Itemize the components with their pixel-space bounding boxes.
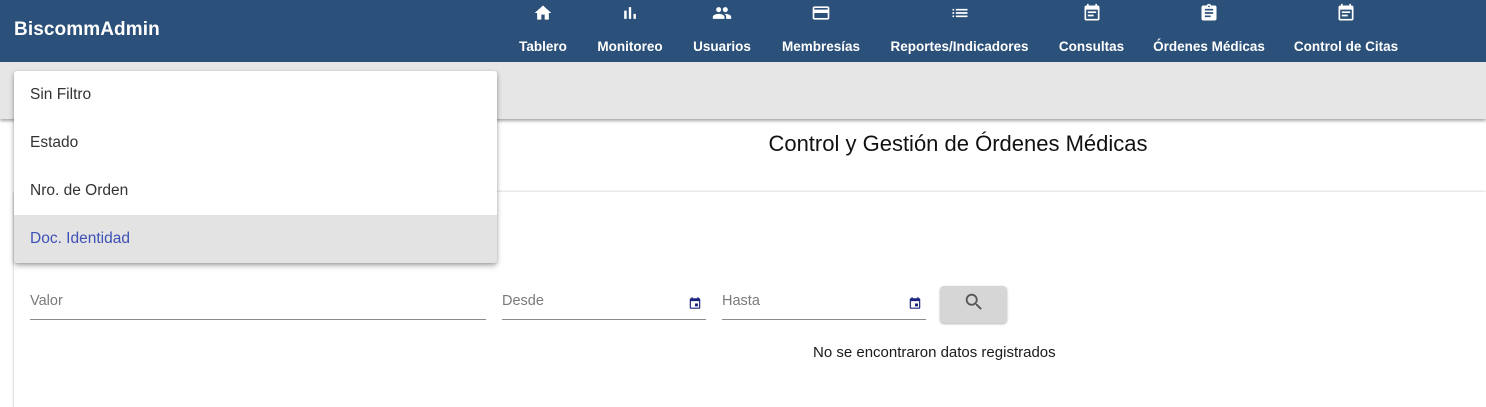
nav-control-citas-label: Control de Citas <box>1293 39 1399 54</box>
nav-usuarios[interactable]: Usuarios <box>693 0 751 62</box>
filter-option-nro-orden[interactable]: Nro. de Orden <box>14 167 497 215</box>
calendar-icon[interactable] <box>908 296 922 316</box>
event-note-icon <box>1082 3 1102 23</box>
nav-consultas[interactable]: Consultas <box>1059 0 1124 62</box>
desde-placeholder: Desde <box>502 293 544 309</box>
nav-membresias-label: Membresías <box>781 39 861 54</box>
list-icon <box>949 3 971 23</box>
nav-monitoreo-label: Monitoreo <box>597 39 663 54</box>
calendar-icon[interactable] <box>688 296 702 316</box>
people-icon <box>710 3 734 23</box>
nav-monitoreo[interactable]: Monitoreo <box>597 0 663 62</box>
nav-tablero[interactable]: Tablero <box>519 0 567 62</box>
nav-reportes-label: Reportes/Indicadores <box>890 39 1029 54</box>
nav-consultas-label: Consultas <box>1058 39 1125 54</box>
hasta-placeholder: Hasta <box>722 293 760 309</box>
nav-ordenes-label: Órdenes Médicas <box>1153 39 1265 54</box>
bar-chart-icon <box>620 3 640 23</box>
filter-dropdown-menu: Sin Filtro Estado Nro. de Orden Doc. Ide… <box>14 71 497 263</box>
search-button[interactable] <box>940 286 1007 323</box>
nav-reportes[interactable]: Reportes/Indicadores <box>890 0 1029 62</box>
top-navbar: BiscommAdmin Tablero Monitoreo Usuarios … <box>0 0 1486 62</box>
search-icon <box>963 291 985 318</box>
nav-tablero-label: Tablero <box>519 39 567 54</box>
app-brand[interactable]: BiscommAdmin <box>14 19 160 41</box>
event-note-icon <box>1336 3 1356 23</box>
hasta-date-field[interactable]: Hasta <box>722 290 926 320</box>
page-title: Control y Gestión de Órdenes Médicas <box>768 131 1148 156</box>
filter-option-sin-filtro[interactable]: Sin Filtro <box>14 71 497 119</box>
valor-placeholder: Valor <box>30 293 63 309</box>
assignment-icon <box>1199 3 1219 23</box>
desde-date-field[interactable]: Desde <box>502 290 706 320</box>
filter-option-doc-identidad[interactable]: Doc. Identidad <box>14 215 497 263</box>
filter-option-estado[interactable]: Estado <box>14 119 497 167</box>
home-icon <box>533 3 553 23</box>
valor-field[interactable]: Valor <box>30 290 486 320</box>
credit-card-icon <box>810 3 832 23</box>
nav-control-citas[interactable]: Control de Citas <box>1293 0 1399 62</box>
nav-ordenes-medicas[interactable]: Órdenes Médicas <box>1153 0 1265 62</box>
nav-membresias[interactable]: Membresías <box>781 0 861 62</box>
empty-results-message: No se encontraron datos registrados <box>813 344 1056 361</box>
nav-usuarios-label: Usuarios <box>693 39 751 54</box>
